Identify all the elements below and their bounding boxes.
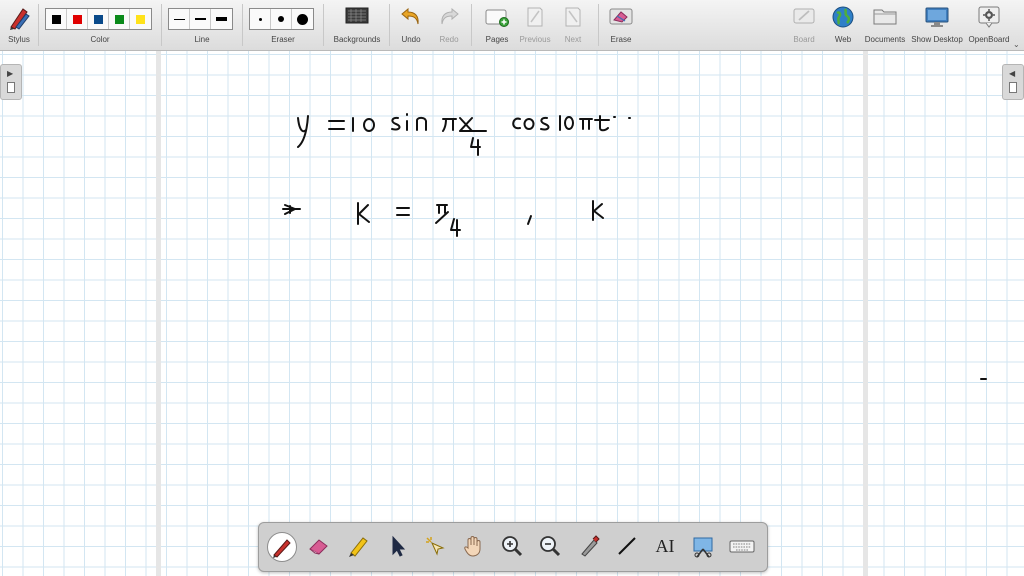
laser-icon [426, 537, 445, 556]
ink-stroke [540, 116, 550, 131]
ink-stroke [450, 218, 461, 237]
ink-stroke [396, 207, 410, 216]
ink-stroke [436, 204, 448, 214]
zoom-in-tool-button[interactable] [497, 531, 527, 561]
ink-stroke [435, 211, 449, 224]
keyboard-icon [729, 540, 755, 553]
text-icon: AI [655, 535, 675, 556]
pen-icon [273, 539, 291, 558]
ink-stroke [282, 204, 301, 215]
hand-icon [464, 536, 481, 557]
zoom-out-icon [540, 536, 561, 557]
eraser-icon [309, 539, 328, 555]
capture-tool-button[interactable] [574, 531, 604, 561]
ink-stroke [459, 117, 473, 132]
ink-stroke [512, 117, 521, 130]
text-tool-button[interactable]: AI [650, 531, 680, 561]
ink-stroke [442, 118, 457, 132]
ink-stroke [527, 215, 532, 225]
screenshot-icon [693, 537, 713, 558]
ink-stroke [592, 200, 604, 221]
ink-stroke [328, 120, 345, 130]
capture-icon [581, 535, 600, 557]
hand-tool-button[interactable] [458, 531, 488, 561]
pen-tool-button[interactable] [267, 532, 297, 562]
pointer-icon [392, 535, 406, 557]
zoom-in-icon [502, 536, 523, 557]
line-tool-button[interactable] [612, 531, 642, 561]
handwritten-ink [282, 113, 987, 380]
ink-stroke [523, 118, 535, 130]
ink-stroke [357, 202, 370, 225]
selector-tool-button[interactable] [382, 531, 412, 561]
line-icon [618, 537, 636, 555]
eraser-tool-button[interactable] [304, 531, 334, 561]
ink-stroke [391, 116, 401, 131]
zoom-out-tool-button[interactable] [535, 531, 565, 561]
ink-stroke [470, 137, 481, 156]
ink-stroke [416, 116, 427, 131]
ink-stroke [297, 115, 309, 148]
ink-stroke [363, 118, 375, 132]
highlighter-tool-button[interactable] [343, 531, 373, 561]
ink-stroke [564, 116, 574, 130]
laser-tool-button[interactable] [420, 531, 450, 561]
highlighter-icon [349, 537, 368, 557]
keyboard-tool-button[interactable] [727, 531, 757, 561]
ink-stroke [594, 115, 610, 132]
ink-stroke [579, 118, 593, 130]
screenshot-tool-button[interactable] [688, 531, 718, 561]
floating-tool-dock: AI [258, 522, 768, 572]
